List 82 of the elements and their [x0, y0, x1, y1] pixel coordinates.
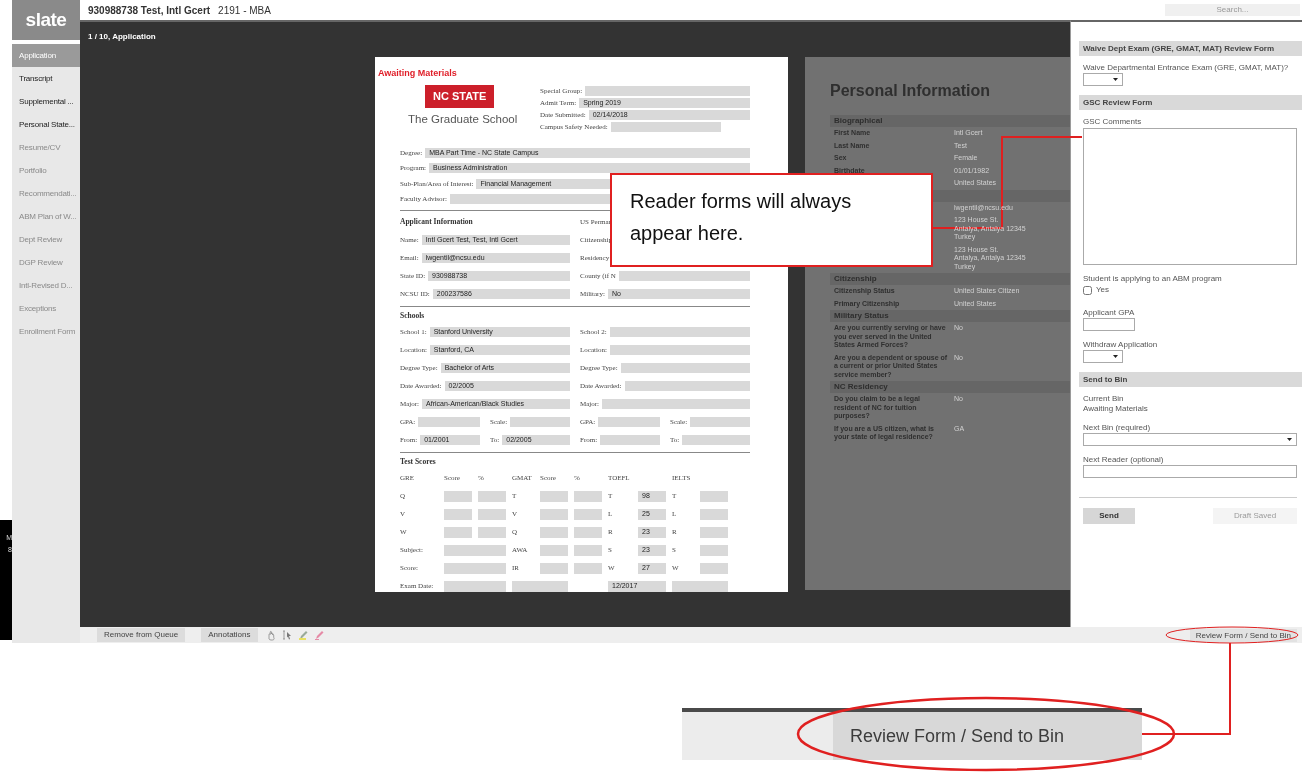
form-field — [700, 544, 728, 556]
text-select-icon — [281, 629, 293, 641]
form-field — [418, 417, 480, 427]
field-label: Withdraw Application — [1083, 339, 1159, 350]
dropdown[interactable] — [1083, 73, 1123, 86]
section-header: GSC Review Form — [1079, 95, 1302, 110]
form-field — [444, 544, 506, 556]
form-field — [700, 562, 728, 574]
checkbox-label: Yes — [1096, 284, 1110, 296]
form-field — [700, 508, 728, 520]
pen-icon — [313, 629, 325, 641]
form-field — [478, 526, 506, 538]
sidebar-item[interactable]: Transcript — [12, 67, 80, 90]
form-field — [700, 526, 728, 538]
sidebar-item[interactable]: Application — [12, 44, 80, 67]
form-field — [478, 508, 506, 520]
applicant-name: 930988738 Test, Intl Gcert — [88, 3, 211, 18]
section-header: Waive Dept Exam (GRE, GMAT, MAT) Review Form — [1079, 41, 1302, 56]
form-field — [540, 562, 568, 574]
form-field — [700, 490, 728, 502]
field-label: Next Reader (optional) — [1083, 454, 1165, 465]
text-field[interactable] — [1083, 317, 1135, 331]
send-button[interactable]: Send — [1083, 507, 1135, 524]
section-header: Send to Bin — [1079, 371, 1302, 387]
field-label: Next Bin (required) — [1083, 422, 1152, 433]
checkbox[interactable] — [1083, 285, 1092, 295]
comments-textarea[interactable] — [1083, 128, 1297, 265]
form-field — [600, 435, 660, 445]
section-header: Biographical — [830, 115, 1070, 127]
form-field — [540, 490, 568, 502]
zoom-label: Review Form / Send to Bin — [833, 712, 1142, 760]
program-code: 2191 - MBA — [218, 3, 271, 18]
highlighter-icon — [297, 629, 309, 641]
dropdown[interactable] — [1083, 432, 1297, 446]
form-field — [444, 526, 472, 538]
section-header: NC Residency — [830, 381, 1070, 393]
form-field — [478, 490, 506, 502]
form-field — [574, 562, 602, 574]
status-label: Awaiting Materials — [378, 67, 457, 80]
form-field — [574, 508, 602, 520]
form-field — [444, 580, 506, 592]
page-title: Personal Information — [830, 81, 991, 101]
form-field — [510, 417, 570, 427]
form-field — [540, 508, 568, 520]
field-value: Awaiting Materials — [1083, 403, 1149, 414]
sidebar-item[interactable]: Supplemental ... — [12, 90, 80, 113]
field-label: Applicant GPA — [1083, 307, 1136, 318]
caret-icon — [1113, 78, 1118, 81]
field-label: Current Bin — [1083, 393, 1125, 404]
form-field — [444, 490, 472, 502]
caret-icon — [1287, 437, 1292, 441]
text-field[interactable] — [1083, 464, 1297, 478]
school-name: The Graduate School — [408, 111, 518, 127]
caret-icon — [1113, 354, 1118, 358]
logo: slate — [12, 0, 80, 40]
field-label: Student is applying to an ABM program — [1083, 274, 1223, 284]
toolbar-button[interactable]: Annotations — [201, 628, 258, 642]
form-field — [598, 417, 660, 427]
form-field — [672, 580, 728, 592]
sidebar-item[interactable]: Personal State... — [12, 113, 80, 136]
form-field — [540, 526, 568, 538]
form-field — [540, 544, 568, 556]
reader-forms-tooltip: Reader forms will always appear here. — [610, 173, 933, 267]
review-form-button[interactable]: Review Form / Send to Bin — [1189, 628, 1297, 642]
dropdown[interactable] — [1083, 349, 1123, 363]
form-field — [682, 435, 750, 445]
form-field — [574, 526, 602, 538]
form-field — [444, 562, 506, 574]
university-logo: NC STATE — [425, 85, 495, 108]
form-field — [574, 490, 602, 502]
form-field — [690, 417, 750, 427]
search-field[interactable]: Search... — [1165, 4, 1300, 16]
form-field — [512, 580, 568, 592]
page-indicator: 1 / 10, Application — [87, 31, 157, 43]
field-label: Waive Departmental Entrance Exam (GRE, GMAT, MAT)? — [1083, 63, 1290, 73]
form-field — [574, 544, 602, 556]
toolbar-button[interactable]: Remove from Queue — [97, 628, 186, 642]
hand-icon — [265, 629, 277, 641]
section-header: Citizenship — [830, 273, 1070, 285]
field-label: GSC Comments — [1083, 117, 1143, 127]
section-header: Military Status — [830, 310, 1070, 322]
form-field — [444, 508, 472, 520]
